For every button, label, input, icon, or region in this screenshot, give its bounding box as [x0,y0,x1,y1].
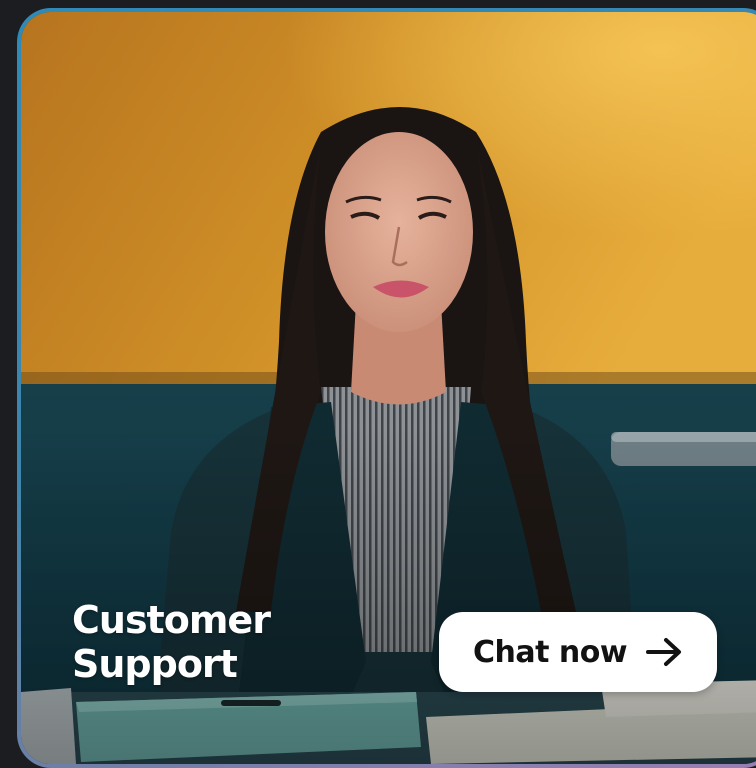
card-inner: Customer Support Chat now [21,12,756,764]
customer-support-card[interactable]: Customer Support Chat now [17,8,756,768]
chat-now-label: Chat now [472,634,628,670]
title-line-1: Customer [72,598,271,642]
title-line-2: Support [72,642,238,686]
arrow-right-icon [646,638,682,666]
chat-now-button[interactable]: Chat now [439,612,717,692]
card-title: Customer Support [72,598,271,686]
